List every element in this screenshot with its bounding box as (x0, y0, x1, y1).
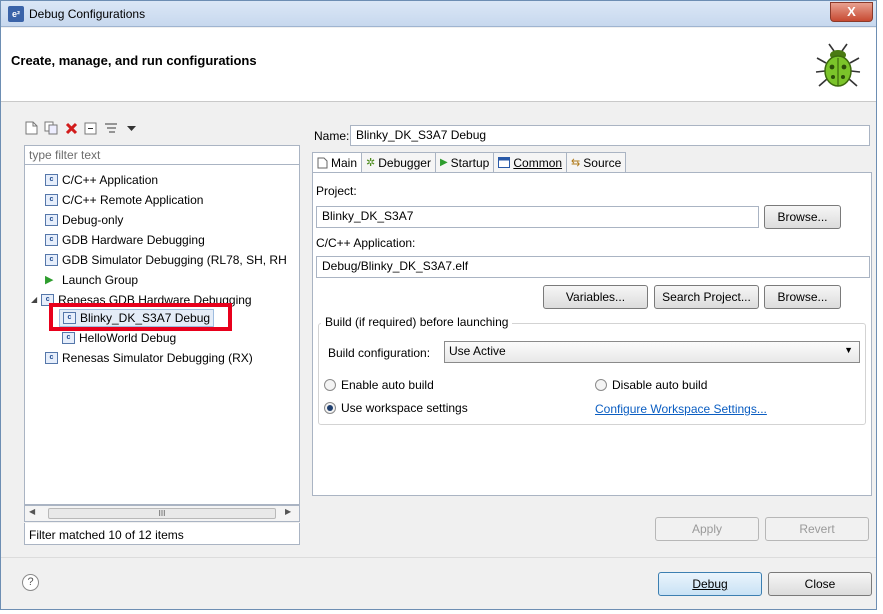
configure-workspace-settings-link[interactable]: Configure Workspace Settings... (595, 402, 767, 416)
tab-source[interactable]: ⇆ Source (567, 152, 627, 173)
build-configuration-select[interactable]: Use Active ▼ (444, 341, 860, 363)
window-title: Debug Configurations (29, 7, 146, 21)
tab-startup[interactable]: ▶ Startup (435, 152, 495, 173)
search-project-button[interactable]: Search Project... (654, 285, 759, 309)
header-banner: Create, manage, and run configurations (1, 28, 876, 102)
tree-item-debug-only[interactable]: c Debug-only (45, 211, 123, 229)
config-type-icon: c (45, 352, 58, 364)
chevron-down-icon: ▼ (844, 345, 853, 355)
tree-item-gdb-hardware-debugging[interactable]: c GDB Hardware Debugging (45, 231, 205, 249)
delete-config-icon[interactable] (63, 120, 79, 136)
application-label: C/C++ Application: (316, 236, 416, 250)
tree-item-cpp-application[interactable]: c C/C++ Application (45, 171, 158, 189)
tab-debugger[interactable]: ✲ Debugger (362, 152, 436, 173)
name-input[interactable]: Blinky_DK_S3A7 Debug (350, 125, 870, 146)
radio-button[interactable] (324, 379, 336, 391)
config-type-icon: c (45, 194, 58, 206)
browse-project-button[interactable]: Browse... (764, 205, 841, 229)
project-label: Project: (316, 184, 357, 198)
tree-item-renesas-simulator-debugging[interactable]: c Renesas Simulator Debugging (RX) (45, 349, 253, 367)
bug-icon (815, 43, 861, 87)
radio-button-selected[interactable] (324, 402, 336, 414)
horizontal-scrollbar[interactable]: ◀ III ▶ (24, 505, 300, 522)
common-tab-icon (498, 157, 511, 168)
disable-auto-build-radio[interactable]: Disable auto build (595, 378, 707, 392)
build-configuration-label: Build configuration: (328, 346, 431, 360)
collapse-arrow-icon[interactable]: ◢ (31, 291, 37, 309)
debug-button[interactable]: Debug (658, 572, 762, 596)
new-config-icon[interactable] (23, 120, 39, 136)
name-label: Name: (314, 129, 350, 143)
tree-item-helloworld-debug[interactable]: c HelloWorld Debug (62, 329, 176, 347)
radio-button[interactable] (595, 379, 607, 391)
config-tabs: Main ✲ Debugger ▶ Startup Common ⇆ Sourc… (312, 152, 627, 173)
apply-button[interactable]: Apply (655, 517, 759, 541)
config-type-icon: c (45, 254, 58, 266)
debug-configurations-window: e² Debug Configurations X Create, manage… (0, 0, 877, 610)
filter-config-icon[interactable] (103, 120, 119, 136)
scroll-right-icon[interactable]: ▶ (285, 507, 291, 516)
application-input[interactable]: Debug/Blinky_DK_S3A7.elf (316, 256, 870, 278)
duplicate-config-icon[interactable] (43, 120, 59, 136)
app-icon: e² (8, 6, 24, 22)
config-type-icon: c (45, 214, 58, 226)
page-title: Create, manage, and run configurations (11, 53, 257, 68)
build-group-title: Build (if required) before launching (321, 315, 513, 329)
close-window-button[interactable]: X (830, 2, 873, 22)
tree-item-cpp-remote-application[interactable]: c C/C++ Remote Application (45, 191, 203, 209)
revert-button[interactable]: Revert (765, 517, 869, 541)
source-tab-icon: ⇆ (571, 157, 581, 169)
config-toolbar (23, 118, 139, 138)
config-type-icon: c (45, 174, 58, 186)
project-input[interactable]: Blinky_DK_S3A7 (316, 206, 759, 228)
browse-application-button[interactable]: Browse... (764, 285, 841, 309)
filter-input[interactable]: type filter text (24, 145, 300, 165)
collapse-all-icon[interactable] (83, 120, 99, 136)
scroll-left-icon[interactable]: ◀ (29, 507, 35, 516)
debugger-tab-icon: ✲ (366, 157, 376, 169)
launch-group-icon: ▶ (45, 274, 54, 286)
scroll-thumb[interactable]: III (48, 508, 276, 519)
tree-item-launch-group[interactable]: ▶ Launch Group (45, 271, 138, 289)
close-button[interactable]: Close (768, 572, 872, 596)
startup-tab-icon: ▶ (439, 157, 448, 168)
title-bar: e² Debug Configurations X (1, 1, 876, 27)
highlight-box (49, 303, 232, 331)
divider (1, 557, 876, 558)
variables-button[interactable]: Variables... (543, 285, 648, 309)
tab-common[interactable]: Common (494, 152, 568, 173)
enable-auto-build-radio[interactable]: Enable auto build (324, 378, 434, 392)
main-tab-icon (317, 157, 328, 168)
tab-main[interactable]: Main (312, 152, 363, 173)
config-type-icon: c (45, 234, 58, 246)
help-icon[interactable]: ? (22, 574, 39, 591)
use-workspace-settings-radio[interactable]: Use workspace settings (324, 401, 468, 415)
tree-item-gdb-simulator-debugging[interactable]: c GDB Simulator Debugging (RL78, SH, RH (45, 251, 287, 269)
filter-status: Filter matched 10 of 12 items (24, 523, 300, 545)
view-menu-dropdown-icon[interactable] (123, 120, 139, 136)
config-type-icon: c (62, 332, 75, 344)
config-tree: c C/C++ Application c C/C++ Remote Applica… (24, 165, 300, 505)
